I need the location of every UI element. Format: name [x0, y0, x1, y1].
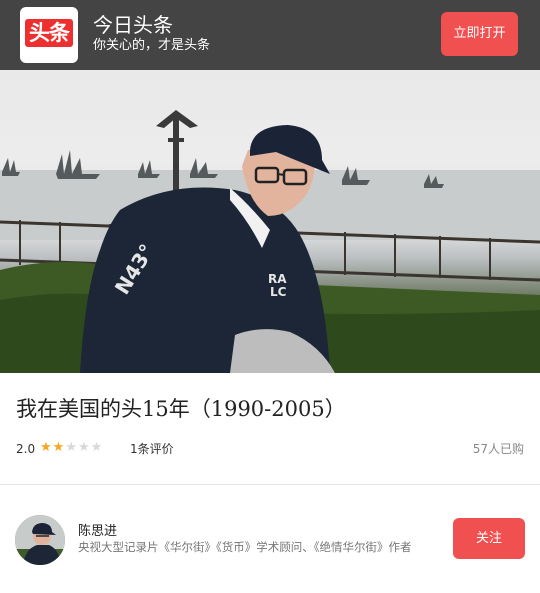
toutiao-logo-icon[interactable]: 头条 — [20, 7, 78, 63]
rating-stars: ★★★★★ — [40, 440, 103, 456]
star-icon: ★ — [65, 440, 78, 455]
open-app-button[interactable]: 立即打开 — [441, 12, 518, 56]
app-download-banner: 头条 今日头条 你关心的，才是头条 立即打开 — [0, 0, 540, 70]
app-slogan: 你关心的，才是头条 — [93, 38, 211, 53]
cover-photo-illustration: N43° RA LC — [0, 110, 540, 373]
buyer-count: 57人已购 — [472, 442, 524, 456]
svg-text:RA: RA — [268, 272, 287, 286]
author-name[interactable]: 陈思进 — [78, 524, 117, 540]
section-divider — [0, 484, 540, 485]
star-icon: ★ — [40, 440, 53, 455]
rating-score: 2.0 — [16, 442, 36, 456]
review-count-link[interactable]: 1条评价 — [130, 441, 174, 457]
author-description: 央视大型记录片《华尔街》《货币》学术顾问、《绝情华尔街》作者 — [78, 540, 412, 554]
svg-text:LC: LC — [270, 285, 287, 299]
logo-text: 头条 — [25, 19, 73, 47]
star-icon: ★ — [52, 440, 66, 455]
avatar-photo — [15, 515, 65, 565]
app-name: 今日头条 — [93, 13, 173, 37]
cover-photo: N43° RA LC — [0, 70, 540, 373]
product-title: 我在美国的头15年（1990-2005） — [16, 397, 346, 421]
follow-button[interactable]: 关注 — [453, 518, 525, 559]
star-icon: ★ — [77, 440, 91, 455]
author-avatar[interactable] — [15, 515, 65, 565]
star-icon: ★ — [90, 440, 104, 455]
